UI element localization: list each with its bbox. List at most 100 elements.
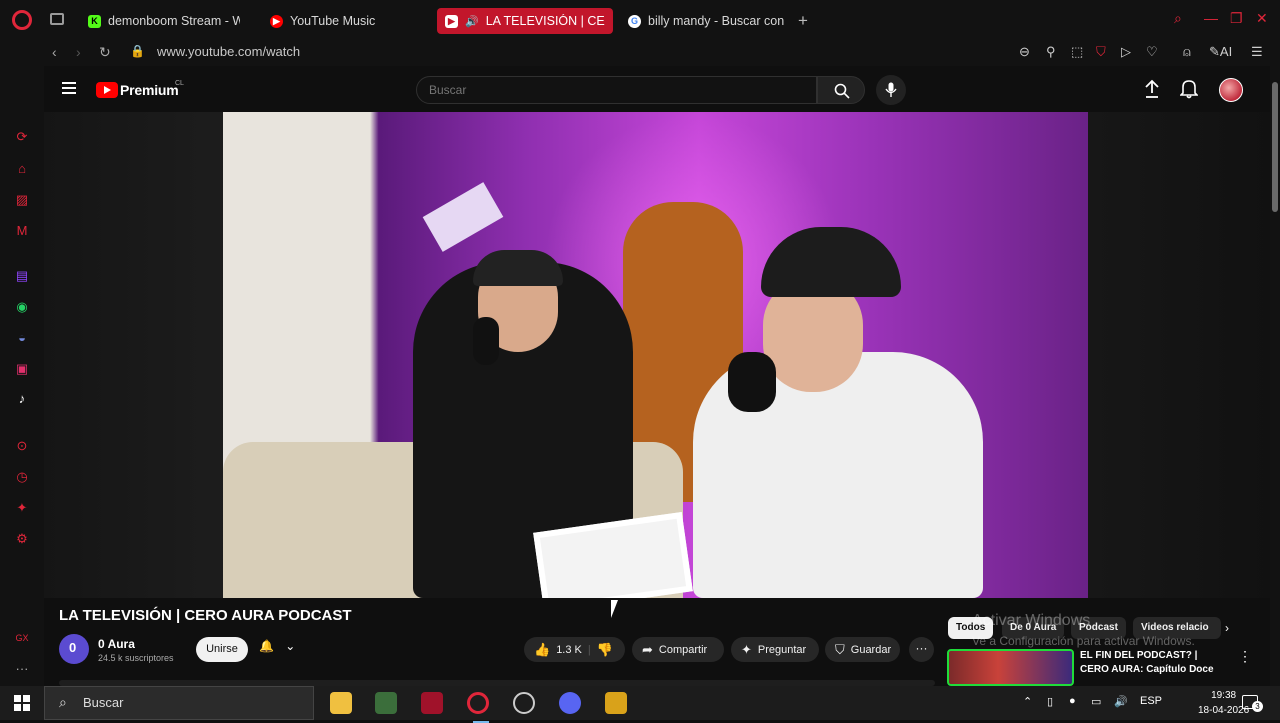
ai-icon[interactable]: ✎AI — [1209, 44, 1232, 60]
voice-search-button[interactable] — [876, 75, 906, 105]
guide-menu-icon[interactable] — [62, 82, 76, 94]
windows-activation-text: Ve a Configuración para activar Windows. — [972, 634, 1195, 648]
close-icon[interactable]: ✕ — [1256, 10, 1268, 27]
video-microphone-right — [728, 352, 776, 412]
play-icon[interactable]: ▷ — [1121, 44, 1131, 60]
lock-icon[interactable]: 🔒 — [130, 44, 145, 58]
snapshot-icon[interactable]: ⬚ — [1071, 44, 1083, 60]
share-icon: ➦ — [642, 641, 653, 657]
tab-switcher-icon[interactable] — [50, 13, 64, 25]
url-field[interactable]: www.youtube.com/watch — [157, 44, 300, 59]
profile-icon[interactable]: ⍝ — [1183, 44, 1191, 60]
gx-control-icon[interactable]: GX — [14, 630, 30, 646]
microphone-icon — [885, 82, 897, 97]
search-tabs-icon[interactable]: ⌕ — [1174, 10, 1182, 27]
like-count[interactable]: 1.3 K — [556, 644, 582, 656]
opera-sidebar: ⟳ ⌂ ▨ M ▤ ◉ ◒ ▣ ♪ ⊙ ◷ ✦ ⚙ GX ··· — [0, 66, 44, 686]
taskbar-search[interactable]: ⌕ Buscar — [44, 686, 314, 720]
chevron-down-icon: ⌄ — [285, 639, 296, 653]
upload-icon[interactable] — [1144, 79, 1160, 99]
recommended-video-thumbnail[interactable] — [947, 649, 1074, 686]
account-avatar[interactable] — [1219, 78, 1243, 102]
minecraft-launcher-icon[interactable] — [375, 692, 397, 714]
forward-icon[interactable]: › — [76, 44, 81, 60]
notifications-bell-icon[interactable] — [1180, 79, 1198, 99]
more-actions-button[interactable]: ··· — [909, 637, 934, 662]
tray-mic-icon[interactable]: ● — [1069, 695, 1076, 707]
like-divider: | — [587, 643, 591, 656]
file-explorer-icon[interactable] — [330, 692, 352, 714]
network-icon[interactable]: ▭ — [1091, 695, 1101, 708]
player-icon[interactable]: ⊙ — [14, 438, 30, 454]
twitch-icon[interactable]: ▤ — [14, 268, 30, 284]
region-code: CL — [175, 80, 184, 87]
video-editor-icon[interactable] — [421, 692, 443, 714]
speaker-icon[interactable]: 🔊 — [465, 15, 479, 28]
windows-activation-title: Activar Windows — [972, 612, 1091, 629]
windows-start-icon[interactable] — [14, 695, 30, 711]
save-button[interactable]: ⛉ Guardar — [825, 637, 900, 662]
game-launcher-icon[interactable] — [605, 692, 627, 714]
instagram-icon[interactable]: ▣ — [14, 361, 30, 377]
maximize-icon[interactable]: ❐ — [1230, 10, 1243, 27]
address-bar: ‹ › ↻ 🔒 www.youtube.com/watch ⊖ ⚲ ⬚ ⛉ ▷ … — [0, 40, 1280, 66]
recommended-video-title[interactable]: EL FIN DEL PODCAST? | CERO AURA: Capítul… — [1080, 649, 1225, 677]
sidebar-more-icon[interactable]: ··· — [14, 661, 30, 677]
dislike-icon[interactable]: 👎 — [597, 642, 613, 658]
youtube-brand[interactable]: Premium — [120, 82, 179, 98]
tab-google-search[interactable]: G billy mandy - Buscar con G — [620, 8, 792, 34]
minimize-icon[interactable]: — — [1204, 10, 1218, 26]
tray-app-icon[interactable]: ▯ — [1047, 695, 1053, 708]
reload-icon[interactable]: ↻ — [99, 44, 111, 61]
share-button[interactable]: ➦ Compartir — [632, 637, 724, 662]
extensions-icon[interactable]: ✦ — [14, 500, 30, 516]
browser-tab-bar: K demonboom Stream - Wat ▶ YouTube Music… — [0, 0, 1280, 40]
vpn-shield-icon[interactable]: ⛉ — [1096, 44, 1106, 60]
tab-kick-stream[interactable]: K demonboom Stream - Wat — [80, 8, 248, 34]
settings-icon[interactable]: ⚙ — [14, 531, 30, 547]
pin-icon[interactable]: ⚲ — [1046, 44, 1056, 60]
youtube-logo-icon[interactable] — [96, 82, 118, 98]
recommended-more-icon[interactable]: ⋮ — [1238, 648, 1252, 665]
sparkle-icon: ✦ — [741, 641, 752, 657]
back-icon[interactable]: ‹ — [52, 44, 57, 60]
channel-subscribers: 24.5 k suscriptores — [98, 653, 174, 663]
new-tab-button[interactable]: + — [798, 11, 808, 31]
join-button[interactable]: Unirse — [196, 637, 248, 662]
tab-youtube-music[interactable]: ▶ YouTube Music — [262, 8, 412, 34]
search-button[interactable] — [817, 76, 865, 104]
channel-avatar[interactable] — [59, 634, 89, 664]
heart-icon[interactable]: ♡ — [1146, 44, 1158, 60]
search-input[interactable] — [416, 76, 817, 104]
tiktok-icon[interactable]: ♪ — [14, 391, 30, 407]
opera-gx-taskbar-icon[interactable] — [467, 692, 489, 723]
zoom-icon[interactable]: ⊖ — [1019, 44, 1030, 60]
aria-icon[interactable]: ⟳ — [14, 129, 30, 145]
bell-icon: 🔔 — [259, 639, 274, 653]
steam-icon[interactable] — [513, 692, 535, 714]
tab-youtube-video[interactable]: ▶ 🔊 LA TELEVISIÓN | CERO — [437, 8, 613, 34]
tray-expand-icon[interactable]: ⌃ — [1023, 695, 1032, 708]
video-person-left-cap — [473, 250, 563, 286]
page-scrollbar[interactable] — [1270, 66, 1280, 686]
discord-icon[interactable]: ◒ — [14, 330, 30, 346]
taskbar-search-label: Buscar — [83, 695, 124, 710]
opera-logo-icon[interactable] — [12, 10, 32, 30]
volume-icon[interactable]: 🔊 — [1114, 695, 1128, 708]
subscription-notifications-button[interactable]: 🔔 ⌄ — [259, 639, 309, 661]
like-icon[interactable]: 👍 — [534, 642, 550, 658]
video-player[interactable] — [223, 112, 1088, 598]
language-indicator[interactable]: ESP — [1140, 695, 1162, 707]
ask-button[interactable]: ✦ Preguntar — [731, 637, 819, 662]
music-player-icon[interactable]: M — [14, 223, 30, 239]
menu-icon[interactable]: ☰ — [1251, 44, 1263, 60]
gx-corner-icon[interactable]: ▨ — [14, 192, 30, 208]
crypto-wallet-icon[interactable]: ⌂ — [14, 161, 30, 177]
whatsapp-icon[interactable]: ◉ — [14, 299, 30, 315]
chevron-right-icon[interactable]: › — [1225, 621, 1229, 635]
history-icon[interactable]: ◷ — [14, 469, 30, 485]
video-microphone-left — [473, 317, 499, 365]
discord-taskbar-icon[interactable] — [559, 692, 581, 714]
channel-name[interactable]: 0 Aura — [98, 637, 135, 651]
scrollbar-thumb[interactable] — [1272, 82, 1278, 212]
